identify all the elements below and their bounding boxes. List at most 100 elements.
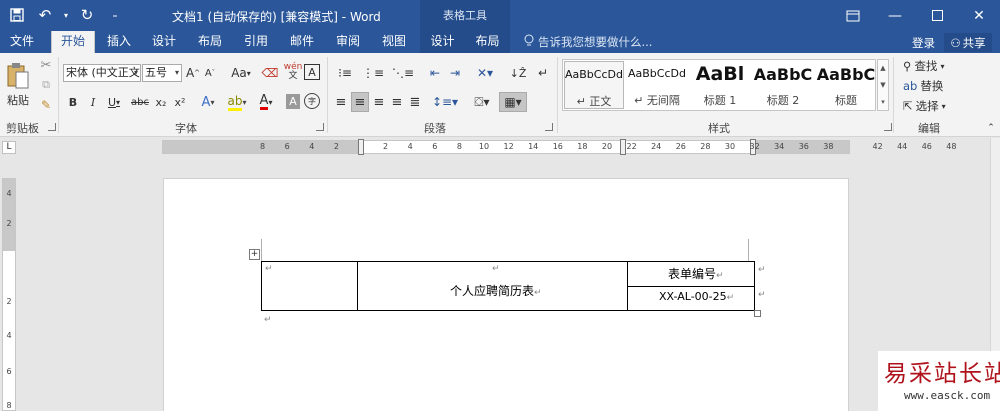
bold-button[interactable]: B <box>66 93 80 111</box>
enclose-characters-button[interactable]: 字 <box>304 93 320 109</box>
grow-font-button[interactable]: A ^ <box>186 64 200 82</box>
scroll-down-icon[interactable]: ▼ <box>880 81 885 89</box>
style-heading-2[interactable]: AaBbC 标题 2 <box>753 61 813 109</box>
save-icon[interactable] <box>6 4 28 26</box>
superscript-button[interactable]: x² <box>172 93 188 111</box>
chinese-layout-icon[interactable]: ✕▾ <box>472 64 498 82</box>
style-name: 标题 <box>835 94 857 107</box>
shrink-font-button[interactable]: Aˇ <box>203 64 217 82</box>
increase-indent-icon[interactable]: ⇥ <box>446 64 464 82</box>
justify-icon[interactable]: ≡ <box>389 93 405 111</box>
table-title-cell[interactable]: 个人应聘简历表↵ <box>450 282 542 299</box>
form-number-label-cell[interactable]: 表单编号↵ <box>668 265 724 282</box>
numbering-icon[interactable]: ⋮≡ <box>360 64 386 82</box>
find-button[interactable]: ⚲ 查找 ▾ <box>903 58 944 74</box>
multilevel-list-icon[interactable]: ⋱≡ <box>390 64 416 82</box>
document-page[interactable]: + ↵ ↵ 个人应聘简历表↵ 表单编号↵ XX-AL-00-25↵ ↵ ↵ ↵ <box>163 178 849 411</box>
left-indent-marker[interactable] <box>358 139 364 155</box>
align-right-icon[interactable]: ≡ <box>371 93 387 111</box>
strikethrough-button[interactable]: abc <box>130 93 150 111</box>
tab-selector[interactable]: L <box>2 141 16 154</box>
font-color-button[interactable]: A ▾ <box>255 93 277 111</box>
tab-view[interactable]: 视图 <box>372 31 416 53</box>
sort-icon[interactable]: ↓Ẑ <box>508 64 528 82</box>
style-normal[interactable]: AaBbCcDd ↵ 正文 <box>564 61 624 109</box>
replace-button[interactable]: ab 替换 <box>903 78 943 94</box>
subscript-button[interactable]: x₂ <box>153 93 169 111</box>
window-controls: — ✕ <box>832 0 1000 31</box>
ruler-tick-label: 16 <box>552 142 563 151</box>
change-case-button[interactable]: Aa ▾ <box>228 64 254 82</box>
column-marker[interactable] <box>620 139 626 155</box>
distributed-icon[interactable]: ≣ <box>407 93 423 111</box>
underline-button[interactable]: U ▾ <box>104 93 124 111</box>
minimize-icon[interactable]: — <box>874 0 916 31</box>
ruler-tick-label: 44 <box>897 142 908 151</box>
tab-table-design[interactable]: 设计 <box>420 31 465 53</box>
more-styles-icon[interactable]: ▾ <box>881 98 885 106</box>
paste-button[interactable]: 粘贴 <box>4 57 32 113</box>
text-effects-button[interactable]: A ▾ <box>197 93 219 111</box>
align-center-icon[interactable]: ≡ <box>351 92 369 112</box>
line-spacing-icon[interactable]: ↕≡▾ <box>432 93 458 111</box>
phonetic-guide-button[interactable]: wén 文 <box>284 62 303 82</box>
tab-insert[interactable]: 插入 <box>97 31 141 53</box>
table-move-handle[interactable]: + <box>249 249 260 260</box>
resume-header-table[interactable]: ↵ ↵ 个人应聘简历表↵ 表单编号↵ XX-AL-00-25↵ <box>261 261 755 311</box>
shading-icon[interactable]: ⛋▾ <box>470 93 494 111</box>
tab-design[interactable]: 设计 <box>142 31 186 53</box>
tab-references[interactable]: 引用 <box>234 31 278 53</box>
styles-launcher-icon[interactable] <box>884 123 892 131</box>
decrease-indent-icon[interactable]: ⇤ <box>426 64 444 82</box>
borders-icon[interactable]: ▦▾ <box>499 92 527 112</box>
ribbon: 粘贴 ✂ ⧉ ✎ 剪贴板 宋体 (中文正文 ▾ 五号 ▾ A ^ Aˇ Aa ▾ ⌫ w… <box>0 53 1000 137</box>
bullets-icon[interactable]: ⁝≡ <box>333 64 357 82</box>
maximize-icon[interactable] <box>916 0 958 31</box>
style-name: 标题 2 <box>766 94 800 107</box>
tab-table-layout[interactable]: 布局 <box>465 31 510 53</box>
cut-icon[interactable]: ✂ <box>38 57 54 73</box>
italic-button[interactable]: I <box>86 93 100 111</box>
style-no-spacing[interactable]: AaBbCcDd ↵ 无间隔 <box>627 61 687 109</box>
tab-mailings[interactable]: 邮件 <box>280 31 324 53</box>
copy-icon[interactable]: ⧉ <box>38 77 54 93</box>
style-heading-1[interactable]: AaBl 标题 1 <box>690 61 750 109</box>
character-border-button[interactable]: A <box>304 64 320 80</box>
form-number-value-cell[interactable]: XX-AL-00-25↵ <box>659 290 734 303</box>
table-resize-handle[interactable] <box>754 310 761 317</box>
ribbon-display-options-icon[interactable] <box>832 0 874 31</box>
tab-review[interactable]: 审阅 <box>326 31 370 53</box>
font-name-combo[interactable]: 宋体 (中文正文 ▾ <box>63 64 141 82</box>
tell-me-box[interactable]: 告诉我您想要做什么... <box>524 34 652 50</box>
clipboard-launcher-icon[interactable] <box>48 123 56 131</box>
clear-formatting-icon[interactable]: ⌫ <box>262 64 279 82</box>
scroll-up-icon[interactable]: ▲ <box>880 64 885 72</box>
show-marks-icon[interactable]: ↵ <box>536 64 550 82</box>
sign-in-link[interactable]: 登录 <box>912 35 935 51</box>
font-launcher-icon[interactable] <box>316 123 324 131</box>
undo-dropdown-icon[interactable]: ▾ <box>62 4 70 26</box>
clipboard-group-label: 剪贴板 <box>6 122 39 135</box>
undo-icon[interactable]: ↶ <box>34 4 56 26</box>
style-title[interactable]: AaBbC 标题 <box>816 61 876 109</box>
share-button[interactable]: ⚇ 共享 <box>944 33 992 52</box>
tab-home[interactable]: 开始 <box>51 31 95 53</box>
paragraph-launcher-icon[interactable] <box>545 123 553 131</box>
character-shading-button[interactable]: A <box>286 94 300 109</box>
format-painter-icon[interactable]: ✎ <box>38 97 54 113</box>
select-button[interactable]: ⇱ 选择 ▾ <box>903 98 946 114</box>
redo-icon[interactable]: ↻ <box>76 4 98 26</box>
ruler-tick-label: 28 <box>700 142 711 151</box>
tab-layout[interactable]: 布局 <box>188 31 232 53</box>
collapse-ribbon-icon[interactable]: ⌃ <box>986 123 996 133</box>
customize-qat-icon[interactable]: ₌ <box>104 4 126 26</box>
styles-gallery-scroll[interactable]: ▲ ▼ ▾ <box>877 59 889 111</box>
vertical-ruler[interactable]: 4 2 2 4 6 8 <box>2 178 16 411</box>
close-icon[interactable]: ✕ <box>958 0 1000 31</box>
title-bar: ↶ ▾ ↻ ₌ 文档1 (自动保存的) [兼容模式] - Word 表格工具 —… <box>0 0 1000 31</box>
horizontal-ruler[interactable]: 8 6 4 2 2 4 6 8 10 12 14 16 18 20 22 24 26 28 30 32 34 36 38 42… <box>162 139 956 155</box>
tab-file[interactable]: 文件 <box>0 31 44 53</box>
font-size-combo[interactable]: 五号 ▾ <box>142 64 182 82</box>
highlight-color-button[interactable]: ab ▾ <box>226 93 248 111</box>
align-left-icon[interactable]: ≡ <box>333 93 349 111</box>
